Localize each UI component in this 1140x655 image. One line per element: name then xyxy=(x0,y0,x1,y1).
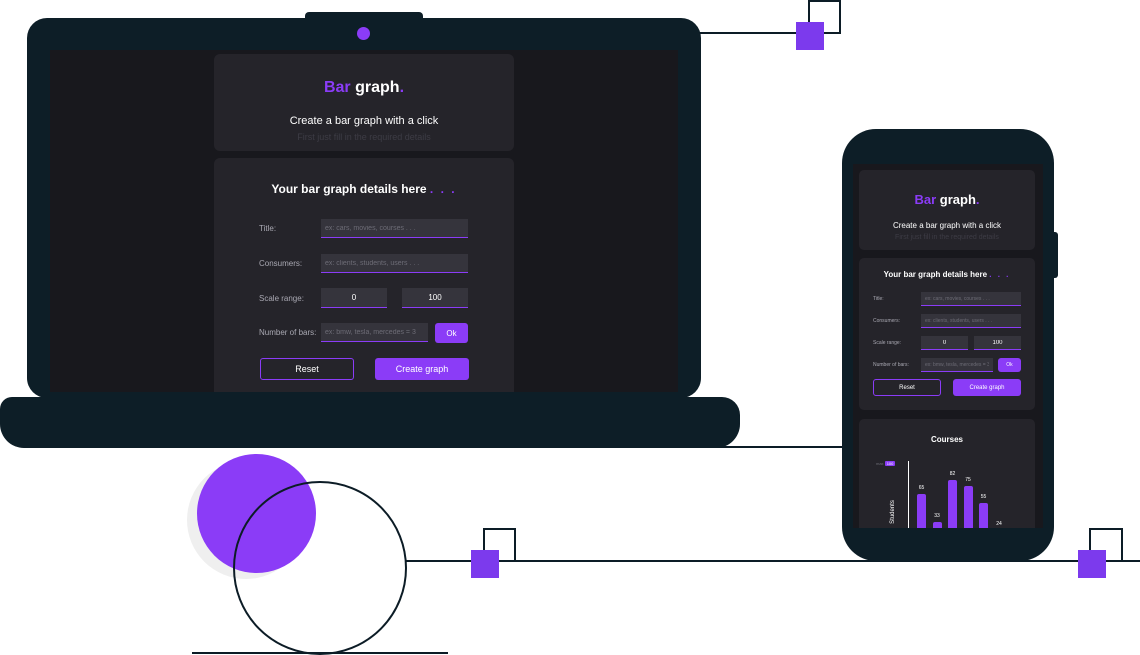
decor-square-filled-top xyxy=(796,22,824,50)
mobile-chart-card: Courses max 100 Students 65 33 82 75 55 24 xyxy=(859,419,1035,528)
mobile-header-card: Bar graph. Create a bar graph with a cli… xyxy=(859,170,1035,250)
decor-line-bottom-left xyxy=(192,652,448,654)
mobile-scale-max-input[interactable] xyxy=(974,336,1021,350)
app-logo: Bar graph. xyxy=(323,79,405,96)
mobile-ok-button[interactable]: Ok xyxy=(998,358,1021,372)
laptop-camera xyxy=(357,27,370,40)
subtitle: First just fill in the required details xyxy=(297,132,431,142)
consumers-label: Consumers: xyxy=(259,259,303,268)
mobile-subtitle: First just fill in the required details xyxy=(895,234,999,241)
chart-bar-value-label: 24 xyxy=(996,521,1002,528)
mobile-consumers-input[interactable] xyxy=(921,314,1021,328)
chart-bars: 65 33 82 75 55 24 xyxy=(859,419,1035,528)
number-of-bars-input[interactable] xyxy=(321,323,428,342)
chart-bar xyxy=(948,479,957,528)
ok-button[interactable]: Ok xyxy=(435,323,468,343)
header-card: Bar graph. Create a bar graph with a cli… xyxy=(214,54,514,151)
scale-min-input[interactable] xyxy=(321,288,387,308)
chart-bar xyxy=(979,503,988,528)
scale-max-input[interactable] xyxy=(402,288,468,308)
chart-bar-value-label: 82 xyxy=(949,470,956,477)
mobile-title-input[interactable] xyxy=(921,292,1021,306)
phone-side-button xyxy=(1053,232,1058,278)
create-graph-button[interactable]: Create graph xyxy=(375,358,469,380)
chart-bar-value-label: 75 xyxy=(965,476,971,483)
mobile-consumers-label: Consumers: xyxy=(873,318,900,324)
mobile-title-label: Title: xyxy=(873,296,884,302)
chart-bar-value-label: 33 xyxy=(934,513,940,520)
mobile-tagline: Create a bar graph with a click xyxy=(892,221,1002,230)
title-input[interactable] xyxy=(321,219,468,238)
scale-range-label: Scale range: xyxy=(259,294,304,303)
laptop-base xyxy=(0,397,740,448)
chart-bar xyxy=(917,494,926,528)
form-card: Your bar graph details here . . . Title:… xyxy=(214,158,514,392)
mobile-app-logo: Bar graph. xyxy=(914,192,980,207)
tagline: Create a bar graph with a click xyxy=(289,115,439,127)
decor-square-filled-right xyxy=(1078,550,1106,578)
phone-screen: Bar graph. Create a bar graph with a cli… xyxy=(853,164,1043,528)
mobile-scale-range-label: Scale range: xyxy=(873,340,902,346)
chart-bar-value-label: 55 xyxy=(980,494,987,501)
mobile-reset-button[interactable]: Reset xyxy=(873,379,941,396)
mobile-form-card: Your bar graph details here . . . Title:… xyxy=(859,258,1035,410)
title-label: Title: xyxy=(259,224,277,233)
decor-circle-outline xyxy=(233,481,407,655)
chart-bar xyxy=(932,522,942,528)
consumers-input[interactable] xyxy=(321,254,468,273)
mobile-scale-min-input[interactable] xyxy=(921,336,968,350)
decor-square-filled-mid xyxy=(471,550,499,578)
form-title: Your bar graph details here . . . xyxy=(271,182,457,196)
mobile-create-graph-button[interactable]: Create graph xyxy=(953,379,1021,396)
number-of-bars-label: Number of bars: xyxy=(259,328,317,337)
chart-bar-value-label: 65 xyxy=(918,485,925,492)
chart-bar xyxy=(963,485,973,528)
mobile-form-title: Your bar graph details here . . . xyxy=(883,270,1011,279)
mobile-number-of-bars-input[interactable] xyxy=(921,358,993,372)
reset-button[interactable]: Reset xyxy=(260,358,354,380)
mobile-number-of-bars-label: Number of bars: xyxy=(873,362,909,368)
laptop-screen: Bar graph. Create a bar graph with a cli… xyxy=(50,50,678,392)
